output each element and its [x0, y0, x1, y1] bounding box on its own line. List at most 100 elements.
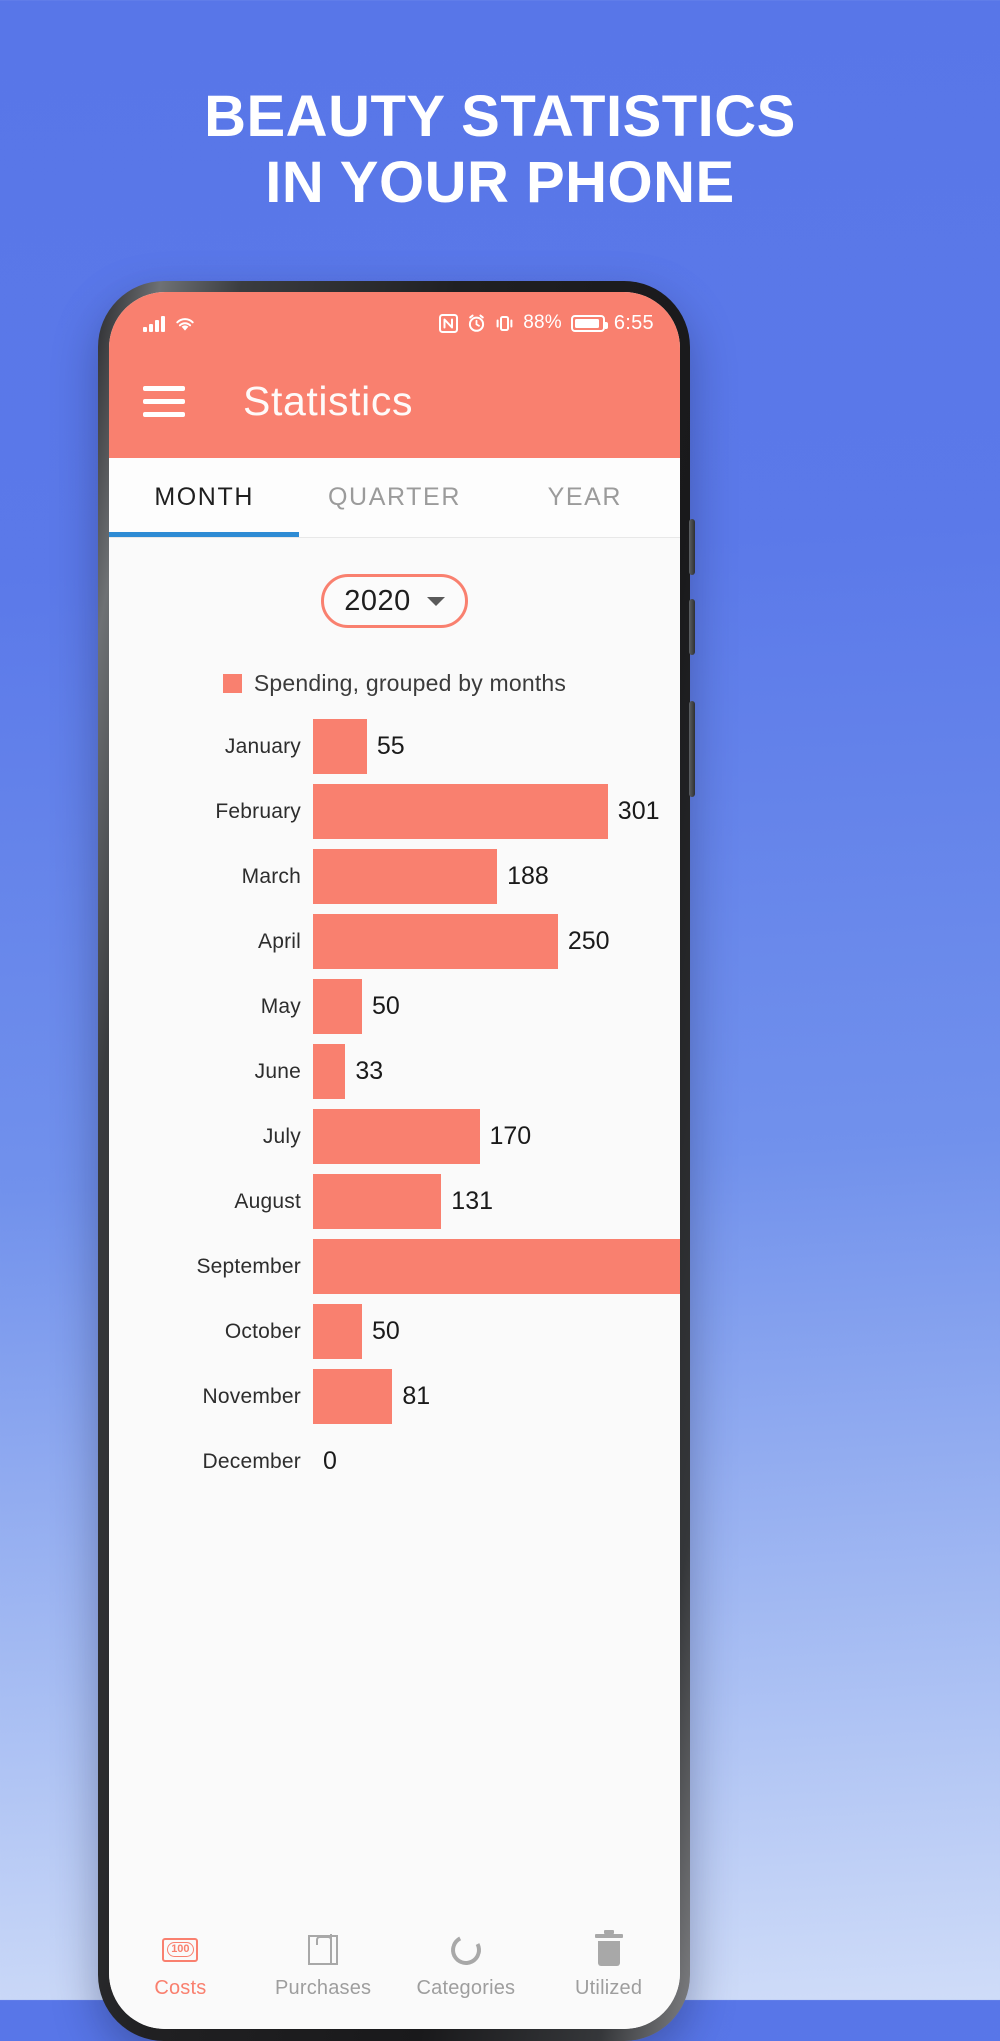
phone-screen: 88% 6:55 Statistics MONTH QUARTER YEAR 2… — [109, 292, 680, 2029]
chart-bar-value: 301 — [617, 797, 660, 825]
chart-row-label: March — [241, 864, 301, 888]
chart-row: May 50 — [109, 979, 680, 1034]
chart-bar-wrap: 188 — [313, 849, 680, 904]
nav-item-categories[interactable]: Categories — [395, 1930, 538, 2000]
chart-bar-value: 50 — [371, 992, 400, 1020]
chart-row-label: February — [215, 799, 301, 823]
chart-row-label: December — [202, 1449, 301, 1473]
tab-quarter-label: QUARTER — [328, 483, 461, 511]
legend-label: Spending, grouped by months — [253, 670, 567, 696]
chart-row: November 81 — [109, 1369, 680, 1424]
volume-down-button[interactable] — [689, 599, 695, 655]
chart-bar[interactable] — [313, 979, 362, 1034]
chart-row: March 188 — [109, 849, 680, 904]
chart-row-label: August — [234, 1189, 301, 1213]
year-filter-row: 2020 — [109, 574, 680, 628]
chart-row-label: November — [202, 1384, 301, 1408]
chart-bar-value: 131 — [451, 1187, 494, 1215]
tab-quarter[interactable]: QUARTER — [299, 458, 489, 537]
tab-year[interactable]: YEAR — [490, 458, 680, 537]
nav-item-categories-label: Categories — [416, 1976, 516, 1999]
chart-bar-wrap: 131 — [313, 1174, 680, 1229]
chart-row: April 250 — [109, 914, 680, 969]
chart-bar-value: 0 — [323, 1447, 337, 1475]
volume-up-button[interactable] — [689, 519, 695, 575]
chart-bar[interactable] — [313, 1369, 393, 1424]
chart-row: September 389 — [109, 1239, 680, 1294]
power-button[interactable] — [689, 701, 695, 797]
year-select[interactable]: 2020 — [321, 574, 468, 628]
headline-line-2: IN YOUR PHONE — [265, 149, 735, 215]
legend-swatch — [222, 674, 242, 693]
chart-row-label: September — [196, 1254, 301, 1278]
chart-bar-wrap: 33 — [313, 1044, 680, 1099]
nav-item-utilized-label: Utilized — [575, 1976, 643, 1999]
chart-bar-wrap: 50 — [313, 979, 680, 1034]
money-icon: 100 — [162, 1933, 199, 1967]
chart-row-label: May — [260, 994, 301, 1018]
chart-bar[interactable] — [313, 1109, 480, 1164]
chart-bar[interactable] — [313, 1239, 680, 1294]
chevron-down-icon — [426, 596, 445, 606]
chart-bar-value: 188 — [507, 862, 549, 890]
chart-bar-wrap: 55 — [313, 719, 680, 774]
chart-bar-value: 250 — [567, 927, 610, 955]
chart-bar[interactable] — [313, 1044, 346, 1099]
battery-icon — [570, 314, 608, 332]
nfc-icon — [439, 313, 459, 333]
headline-line-1: BEAUTY STATISTICS — [204, 84, 796, 149]
chart-bar-wrap: 170 — [313, 1109, 680, 1164]
battery-percent-label: 88% — [523, 312, 562, 333]
page-title: BEAUTY STATISTICS IN YOUR PHONE — [0, 84, 1000, 215]
nav-item-utilized[interactable]: Utilized — [537, 1929, 680, 2000]
chart-bar-wrap: 50 — [313, 1304, 680, 1359]
chart-row: June 33 — [109, 1044, 680, 1099]
tab-month-label: MONTH — [154, 483, 254, 511]
toolbar-title: Statistics — [243, 377, 414, 424]
circle-chart-icon — [446, 1930, 485, 1969]
tab-month[interactable]: MONTH — [109, 458, 300, 537]
chart-row: January 55 — [109, 719, 680, 774]
vibrate-icon — [495, 314, 514, 333]
alarm-clock-icon — [467, 314, 486, 333]
chart-bar-wrap: 0 — [313, 1434, 680, 1489]
chart-bar-value: 81 — [402, 1382, 431, 1410]
chart-bar-value: 50 — [371, 1317, 400, 1345]
chart-row: July 170 — [109, 1109, 680, 1164]
phone-mockup: 88% 6:55 Statistics MONTH QUARTER YEAR 2… — [98, 281, 695, 2041]
chart-bar[interactable] — [313, 914, 558, 969]
clock-label: 6:55 — [613, 311, 654, 334]
year-select-value: 2020 — [344, 584, 411, 617]
chart-bar[interactable] — [313, 784, 608, 839]
nav-item-costs-label: Costs — [154, 1976, 207, 1999]
chart-row: December 0 — [109, 1434, 680, 1489]
spending-bar-chart: January 55 February 301 March 188 April 250 May 5… — [109, 719, 680, 1917]
nav-item-purchases[interactable]: Purchases — [252, 1933, 395, 2000]
nav-item-costs[interactable]: 100 Costs — [109, 1933, 252, 2000]
chart-bar-value: 170 — [489, 1122, 532, 1150]
chart-bar[interactable] — [313, 719, 367, 774]
chart-row-label: January — [224, 734, 301, 758]
hamburger-menu-icon[interactable] — [143, 385, 185, 417]
app-toolbar: Statistics — [109, 344, 680, 458]
chart-bar[interactable] — [313, 1304, 362, 1359]
chart-bar-wrap: 81 — [313, 1369, 680, 1424]
chart-bar-value: 33 — [355, 1057, 384, 1085]
chart-legend: Spending, grouped by months — [109, 670, 680, 697]
chart-bar[interactable] — [313, 1174, 442, 1229]
chart-row-label: July — [262, 1124, 301, 1148]
chart-row: October 50 — [109, 1304, 680, 1359]
chart-row-label: April — [257, 929, 301, 953]
chart-row-label: October — [224, 1319, 301, 1343]
chart-bar-value: 55 — [376, 732, 405, 760]
chart-bar-wrap: 301 — [313, 784, 680, 839]
status-bar: 88% 6:55 — [109, 292, 680, 344]
bottom-navigation: 100 Costs Purchases Categories Utilized — [109, 1917, 680, 2029]
trash-icon — [591, 1929, 627, 1967]
chart-row: February 301 — [109, 784, 680, 839]
wifi-icon — [174, 315, 196, 332]
nav-item-purchases-label: Purchases — [274, 1976, 372, 1999]
tab-year-label: YEAR — [547, 483, 623, 511]
chart-bar[interactable] — [313, 849, 498, 904]
chart-bar-wrap: 389 — [313, 1239, 680, 1294]
